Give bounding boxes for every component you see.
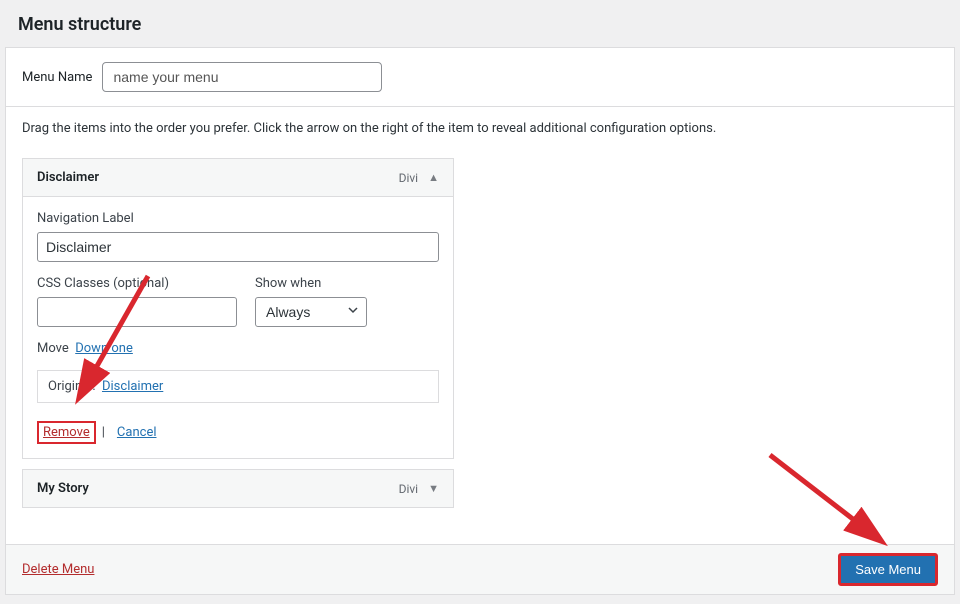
separator: | (102, 425, 105, 440)
move-down-link[interactable]: Down one (75, 341, 133, 356)
navigation-label-input[interactable] (37, 232, 439, 262)
css-classes-label: CSS Classes (optional) (37, 276, 237, 291)
navigation-label-label: Navigation Label (37, 211, 439, 226)
menu-item-type: Divi (399, 482, 419, 496)
menu-item-my-story[interactable]: My Story Divi ▼ (22, 469, 454, 508)
cancel-link[interactable]: Cancel (117, 425, 157, 440)
remove-link[interactable]: Remove (37, 421, 96, 444)
menu-item-header[interactable]: My Story Divi ▼ (22, 469, 454, 508)
menu-name-label: Menu Name (22, 70, 92, 85)
menu-item-title: My Story (37, 481, 89, 496)
page-title: Menu structure (18, 14, 942, 35)
menu-item-title: Disclaimer (37, 170, 99, 185)
menu-item-settings: Navigation Label CSS Classes (optional) … (22, 197, 454, 459)
show-when-select[interactable]: Always (255, 297, 367, 327)
menu-item-type: Divi (399, 171, 419, 185)
original-box: Original: Disclaimer (37, 370, 439, 403)
instructions-text: Drag the items into the order you prefer… (22, 121, 938, 136)
menu-item-header[interactable]: Disclaimer Divi ▲ (22, 158, 454, 197)
original-link[interactable]: Disclaimer (102, 379, 163, 394)
collapse-icon[interactable]: ▲ (428, 171, 439, 184)
css-classes-input[interactable] (37, 297, 237, 327)
save-menu-button[interactable]: Save Menu (838, 553, 938, 586)
show-when-label: Show when (255, 276, 439, 291)
move-label: Move (37, 341, 69, 356)
menu-structure-panel: Menu Name Drag the items into the order … (5, 47, 955, 595)
footer-bar: Delete Menu Save Menu (6, 544, 954, 594)
expand-icon[interactable]: ▼ (428, 482, 439, 495)
delete-menu-link[interactable]: Delete Menu (22, 562, 94, 577)
menu-items-list: Disclaimer Divi ▲ Navigation Label CSS C… (22, 158, 454, 508)
menu-name-input[interactable] (102, 62, 382, 92)
menu-item-disclaimer[interactable]: Disclaimer Divi ▲ Navigation Label CSS C… (22, 158, 454, 459)
original-label: Original: (48, 379, 96, 394)
